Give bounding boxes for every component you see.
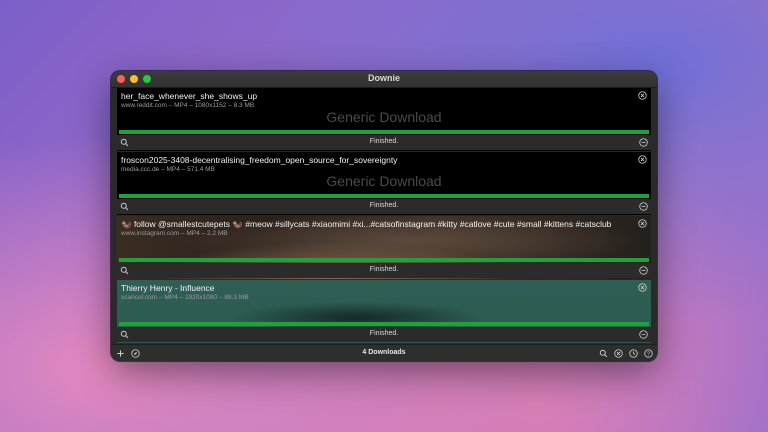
- download-meta: www.instagram.com – MP4 – 2.2 MB: [121, 230, 228, 237]
- download-meta: www.reddit.com – MP4 – 1080x1152 – 8.3 M…: [121, 102, 255, 109]
- minus-circle-icon[interactable]: [639, 330, 648, 339]
- history-icon[interactable]: [629, 349, 638, 358]
- minus-circle-icon[interactable]: [639, 202, 648, 211]
- help-icon[interactable]: ?: [644, 349, 653, 358]
- download-meta: xcancel.com – MP4 – 1920x1080 – 88.3 MB: [121, 294, 249, 301]
- remove-download-icon[interactable]: [638, 219, 647, 228]
- download-item[interactable]: froscon2025-3408-decentralising_freedom_…: [117, 152, 651, 215]
- generic-download-label: Generic Download: [326, 173, 442, 189]
- bottom-toolbar: 4 Downloads ?: [111, 344, 657, 361]
- svg-text:?: ?: [647, 352, 650, 358]
- download-status-bar: Finished.: [117, 135, 651, 150]
- download-meta: media.ccc.de – MP4 – 571.4 MB: [121, 166, 215, 173]
- download-item[interactable]: 🦦 follow @smallestcutepets 🦦 #meow #sill…: [117, 216, 651, 279]
- download-title: Thierry Henry - Influence: [121, 283, 215, 293]
- downloads-count: 4 Downloads: [362, 349, 406, 356]
- minus-circle-icon[interactable]: [639, 138, 648, 147]
- search-icon[interactable]: [599, 349, 608, 358]
- remove-download-icon[interactable]: [638, 91, 647, 100]
- remove-download-icon[interactable]: [638, 155, 647, 164]
- progress-fill: [119, 130, 649, 134]
- download-title: her_face_whenever_she_shows_up: [121, 91, 258, 101]
- download-status-bar: Finished.: [117, 199, 651, 214]
- status-text: Finished.: [369, 330, 399, 337]
- status-text: Finished.: [369, 266, 399, 273]
- minus-circle-icon[interactable]: [639, 266, 648, 275]
- download-status-bar: Finished.: [117, 327, 651, 342]
- remove-download-icon[interactable]: [638, 283, 647, 292]
- progress-bar: [119, 194, 649, 198]
- progress-fill: [119, 322, 649, 326]
- window-title: Downie: [367, 73, 400, 83]
- status-text: Finished.: [369, 202, 399, 209]
- progress-fill: [119, 194, 649, 198]
- download-title: froscon2025-3408-decentralising_freedom_…: [121, 155, 398, 165]
- titlebar: Downie: [111, 71, 657, 88]
- downie-window: Downie her_face_whenever_she_shows_up ww…: [111, 71, 657, 361]
- download-title: 🦦 follow @smallestcutepets 🦦 #meow #sill…: [121, 219, 612, 229]
- progress-bar: [119, 130, 649, 134]
- status-text: Finished.: [369, 138, 399, 145]
- progress-bar: [119, 258, 649, 262]
- download-item[interactable]: Thierry Henry - Influence xcancel.com – …: [117, 280, 651, 343]
- stop-icon[interactable]: [614, 349, 623, 358]
- download-item[interactable]: her_face_whenever_she_shows_up www.reddi…: [117, 88, 651, 151]
- progress-bar: [119, 322, 649, 326]
- progress-fill: [119, 258, 649, 262]
- download-status-bar: Finished.: [117, 263, 651, 278]
- download-list: her_face_whenever_she_shows_up www.reddi…: [117, 88, 651, 343]
- generic-download-label: Generic Download: [326, 109, 442, 125]
